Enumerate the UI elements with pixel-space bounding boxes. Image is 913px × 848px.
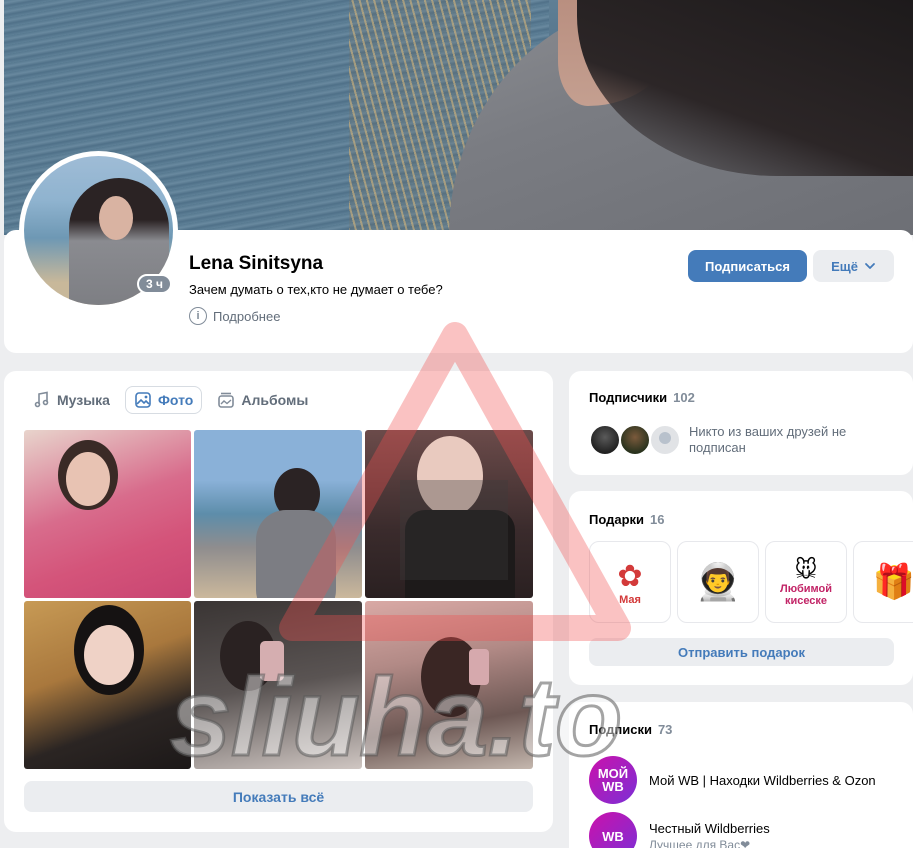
tab-photo[interactable]: Фото [124, 386, 203, 414]
subscriptions-title[interactable]: Подписки 73 [589, 722, 672, 737]
tab-music[interactable]: Музыка [24, 386, 119, 414]
photo-thumbnail[interactable] [365, 430, 533, 598]
info-icon: i [189, 307, 207, 325]
photo-body [405, 510, 515, 598]
subscription-item[interactable]: МОЙ WB Мой WB | Находки Wildberries & Oz… [589, 756, 876, 804]
follower-avatar[interactable] [619, 424, 651, 456]
photo-phone [469, 649, 489, 685]
photo-icon [135, 392, 151, 408]
profile-status: Зачем думать о тех,кто не думает о тебе? [189, 282, 443, 297]
tab-photo-label: Фото [157, 392, 194, 408]
astronaut-gift-icon: 👨‍🚀 [695, 561, 741, 602]
tab-albums-label: Альбомы [241, 392, 309, 408]
flowers-gift-icon: ✿ [617, 559, 643, 593]
gift-box-icon: 🎁 [872, 563, 913, 601]
gift-item[interactable]: 👨‍🚀 [677, 541, 759, 623]
photo-thumbnail[interactable] [24, 601, 191, 769]
more-button-label: Ещё [831, 258, 858, 274]
more-button[interactable]: Ещё [813, 250, 894, 282]
music-note-icon [34, 391, 49, 408]
chevron-down-icon [865, 263, 875, 269]
photo-thumbnail[interactable] [194, 430, 362, 598]
subscriptions-title-label: Подписки [589, 722, 652, 737]
followers-card[interactable] [569, 371, 913, 475]
gifts-title[interactable]: Подарки 16 [589, 512, 665, 527]
community-name: Мой WB | Находки Wildberries & Ozon [649, 772, 876, 788]
subscriptions-count: 73 [657, 722, 673, 737]
gift-item[interactable]: 🐭 Любимой кисеске [765, 541, 847, 623]
community-logo: МОЙ WB [589, 756, 637, 804]
community-logo: WB [589, 812, 637, 848]
followers-title-label: Подписчики [589, 390, 668, 405]
photo-face [66, 452, 110, 506]
gift-caption: Мая [619, 593, 641, 606]
media-tabs: Музыка Фото Альбомы [24, 386, 317, 414]
more-info-link[interactable]: i Подробнее [189, 307, 280, 325]
followers-friends-note: Никто из ваших друзей не подписан [689, 424, 847, 455]
follower-avatar-placeholder[interactable] [649, 424, 681, 456]
gift-caption: Любимой кисеске [780, 583, 832, 607]
gifts-count: 16 [650, 512, 665, 527]
subscription-item[interactable]: WB Честный Wildberries Лучшее для Вас❤ [589, 812, 770, 848]
profile-name: Lena Sinitsyna [189, 253, 324, 274]
send-gift-button[interactable]: Отправить подарок [589, 638, 894, 666]
tab-music-label: Музыка [57, 392, 110, 408]
photo-face [417, 436, 483, 516]
followers-count: 102 [673, 390, 695, 405]
community-description: Лучшее для Вас❤ [649, 837, 751, 848]
gift-item[interactable]: 🎁 [853, 541, 913, 623]
avatar-face [99, 196, 133, 240]
follower-avatar[interactable] [589, 424, 621, 456]
gift-item[interactable]: ✿ Мая [589, 541, 671, 623]
photo-face [84, 625, 134, 685]
subscribe-button[interactable]: Подписаться [688, 250, 807, 282]
photo-grid [24, 430, 533, 769]
last-seen-badge: 3 ч [137, 274, 172, 294]
albums-icon [218, 392, 235, 408]
photo-thumbnail[interactable] [24, 430, 191, 598]
photo-body [256, 510, 336, 598]
show-all-photos-button[interactable]: Показать всё [24, 781, 533, 812]
gifts-title-label: Подарки [589, 512, 645, 527]
photo-phone [260, 641, 284, 681]
followers-title[interactable]: Подписчики 102 [589, 390, 695, 405]
photo-thumbnail[interactable] [365, 601, 533, 769]
followers-avatars [589, 424, 681, 456]
more-info-label: Подробнее [213, 308, 281, 324]
community-name: Честный Wildberries [649, 820, 770, 836]
tab-albums[interactable]: Альбомы [208, 386, 317, 414]
mouse-gift-icon: 🐭 [794, 557, 818, 582]
photo-thumbnail[interactable] [194, 601, 362, 769]
gifts-list: ✿ Мая 👨‍🚀 🐭 Любимой кисеске 🎁 [589, 541, 913, 623]
